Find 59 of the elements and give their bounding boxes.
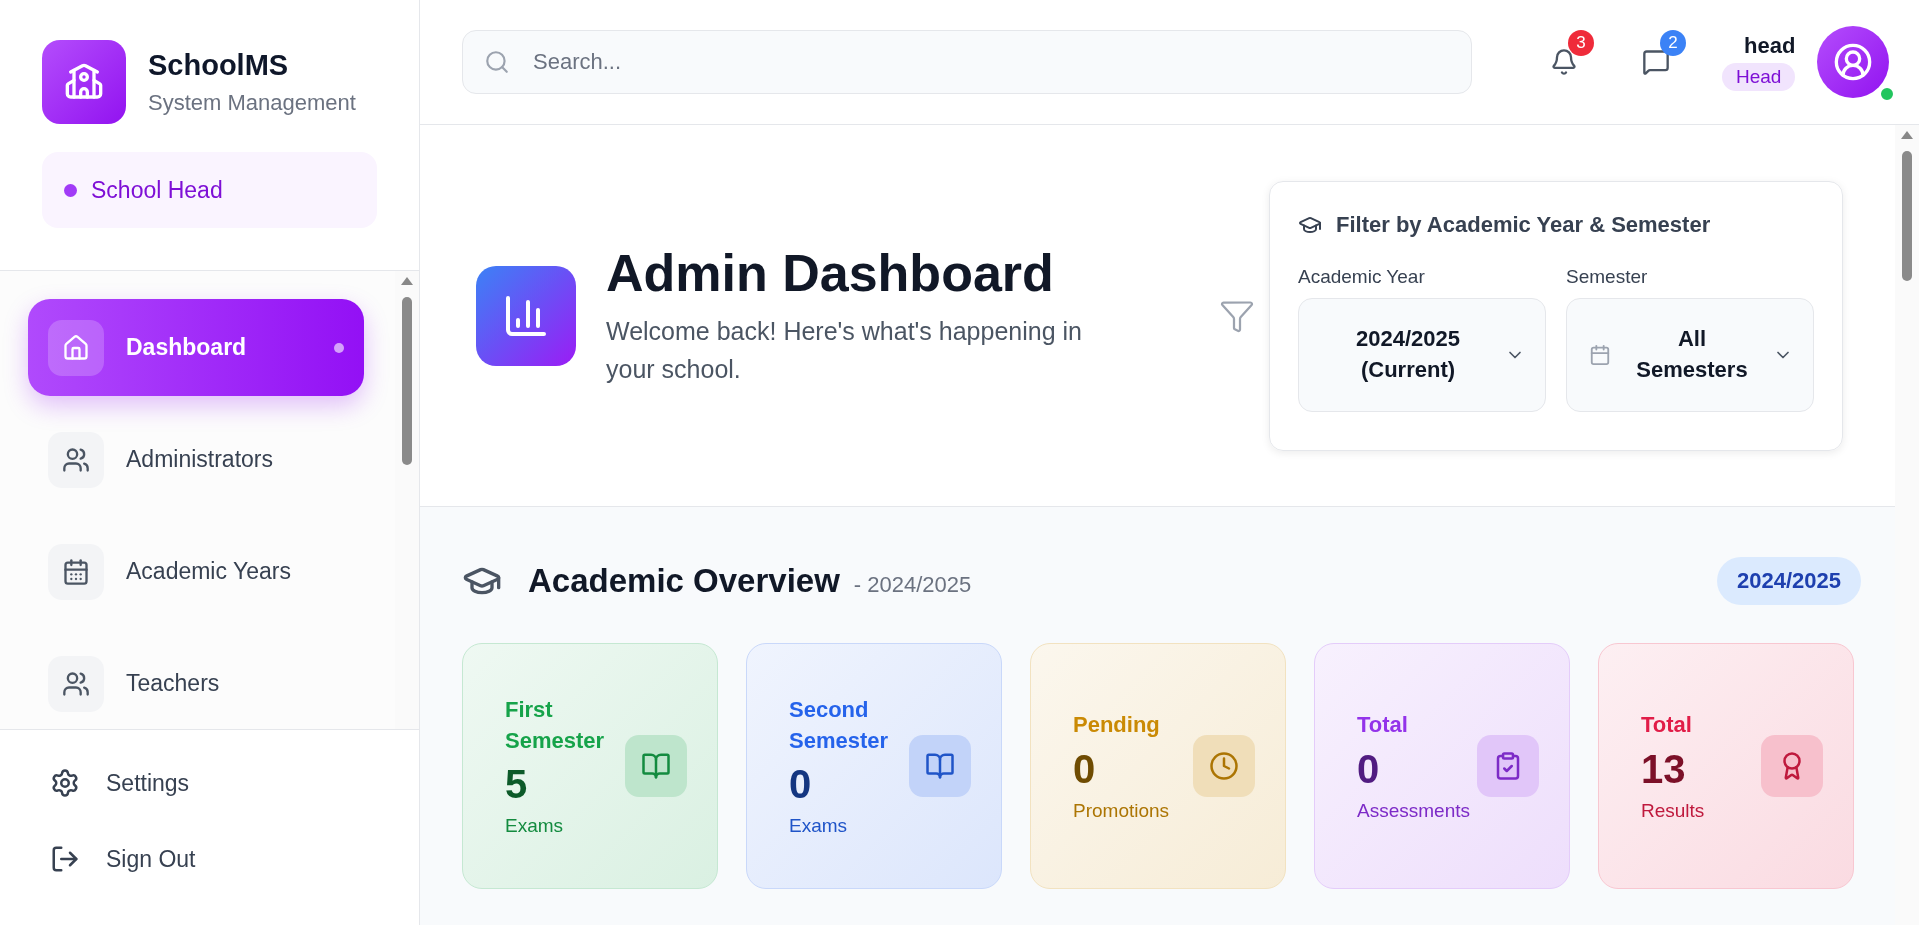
user-icon — [1833, 42, 1874, 82]
page-title: Admin Dashboard — [606, 243, 1055, 303]
stat-value: 0 — [1073, 746, 1097, 792]
stat-caption: Results — [1641, 799, 1706, 822]
stat-caption: Exams — [789, 815, 849, 838]
user-role: Head — [1722, 63, 1796, 91]
section-title: Academic Overview — [528, 562, 840, 600]
calendar-icon — [48, 543, 104, 600]
nav-item[interactable]: Dashboard — [28, 299, 364, 396]
field-label: Academic Year — [1298, 265, 1426, 288]
stat-title: Total — [1641, 711, 1693, 740]
clock-icon — [1193, 735, 1255, 797]
page-subtitle: Welcome back! Here's what's happening in your school. — [606, 316, 1083, 385]
section-subtitle: - 2024/2025 — [853, 572, 972, 598]
status-dot — [64, 183, 77, 197]
open-book-icon — [909, 735, 971, 797]
stat-caption: Exams — [505, 815, 565, 838]
year-badge: 2024/2025 — [1717, 557, 1861, 605]
search-icon — [484, 49, 510, 75]
nav-item[interactable]: Administrators — [28, 411, 364, 508]
stat-value: 0 — [789, 762, 813, 808]
clipboard-check-icon — [1477, 735, 1539, 797]
role-label: School Head — [91, 176, 223, 204]
message-icon — [1642, 48, 1670, 76]
open-book-icon — [625, 735, 687, 797]
sign-out-icon — [50, 844, 80, 874]
filter-title: Filter by Academic Year & Semester — [1336, 211, 1711, 238]
nav-item[interactable]: Teachers — [28, 635, 364, 729]
notification-count: 3 — [1568, 30, 1594, 56]
stat-title: Pending — [1073, 711, 1161, 740]
bell-icon — [1550, 48, 1578, 76]
stat-caption: Promotions — [1073, 799, 1171, 822]
users-icon — [48, 655, 104, 712]
active-dot — [334, 342, 344, 353]
stat-value: 0 — [1357, 746, 1381, 792]
brand-subtitle: System Management — [148, 89, 356, 116]
stat-title: Total — [1357, 711, 1409, 740]
settings-icon — [50, 768, 80, 798]
brand-name: SchoolMS — [148, 48, 290, 82]
search-field[interactable]: Search... — [462, 30, 1472, 94]
message-count: 2 — [1660, 30, 1686, 56]
select-field[interactable]: All Semesters — [1566, 297, 1814, 412]
stat-value: 5 — [505, 762, 529, 808]
stat-value: 13 — [1641, 746, 1687, 792]
stat-title: Second Semester — [789, 695, 890, 755]
stat-caption: Assessments — [1357, 799, 1471, 822]
stat-title: First Semester — [505, 695, 606, 755]
sidebar-link[interactable]: Settings — [50, 758, 419, 808]
user-name: head — [1744, 33, 1796, 59]
bar-chart-icon — [476, 265, 576, 366]
select-field[interactable]: 2024/2025 (Current) — [1298, 297, 1546, 412]
field-label: Semester — [1566, 265, 1649, 288]
sidebar-link[interactable]: Sign Out — [50, 834, 419, 884]
calendar-icon — [1589, 343, 1611, 366]
school-logo-icon — [42, 40, 126, 124]
ribbon-icon — [1761, 735, 1823, 797]
nav-item[interactable]: Academic Years — [28, 523, 364, 620]
house-icon — [48, 319, 104, 376]
users-icon — [48, 431, 104, 488]
